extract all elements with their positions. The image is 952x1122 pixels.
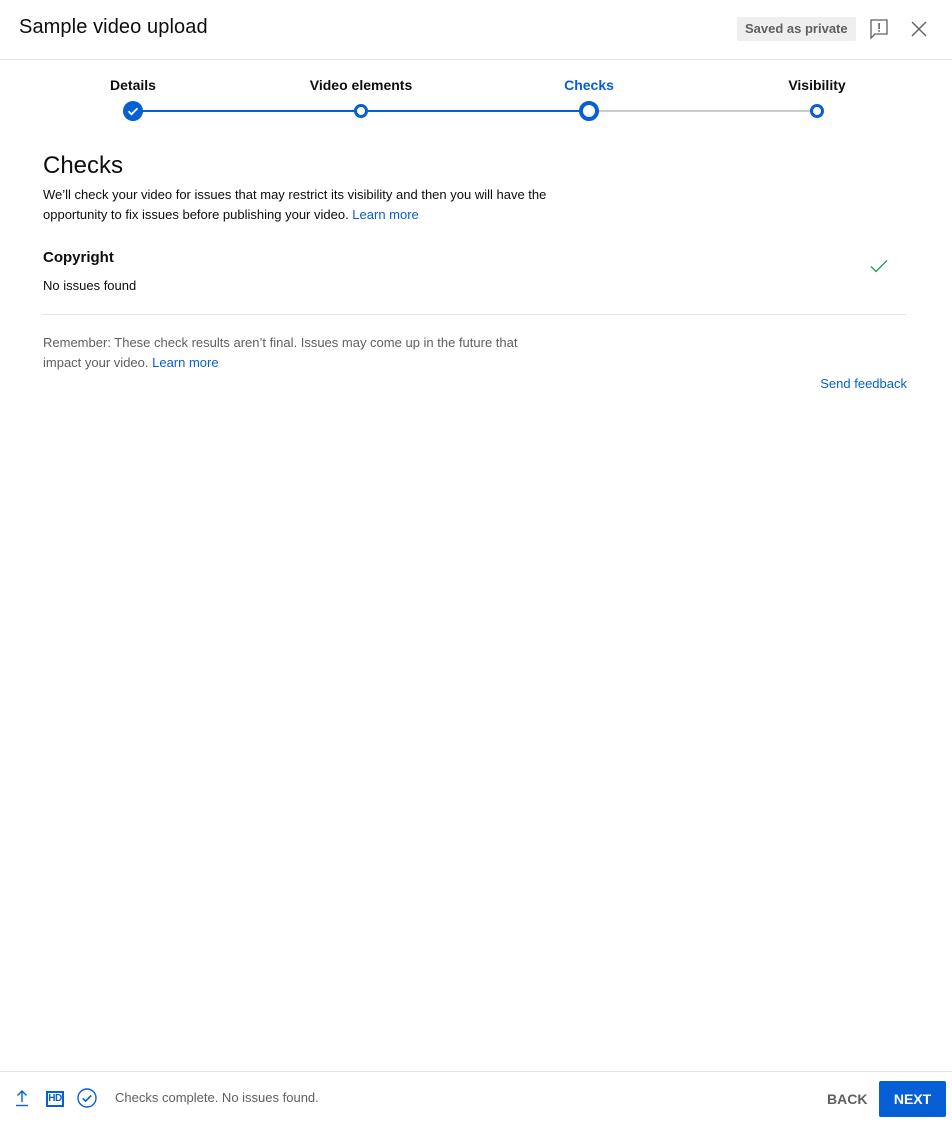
- checks-heading: Checks: [43, 152, 124, 179]
- remember-learn-more-link[interactable]: Learn more: [152, 355, 218, 370]
- next-button[interactable]: NEXT: [879, 1081, 946, 1117]
- back-button[interactable]: BACK: [818, 1081, 876, 1117]
- step-done-icon[interactable]: [123, 101, 143, 121]
- step-dot-icon[interactable]: [354, 104, 368, 118]
- checks-status-text: Checks complete. No issues found.: [115, 1090, 319, 1105]
- remember-text: Remember: These check results aren’t fin…: [43, 335, 518, 370]
- close-icon[interactable]: [907, 17, 931, 41]
- description-text: We’ll check your video for issues that m…: [43, 187, 547, 222]
- learn-more-link[interactable]: Learn more: [352, 207, 418, 222]
- report-feedback-icon[interactable]: [867, 17, 891, 41]
- dialog-title: Sample video upload: [19, 16, 208, 38]
- step-visibility[interactable]: Visibility: [788, 77, 845, 93]
- checks-content: Checks We’ll check your video for issues…: [43, 150, 907, 391]
- copyright-check: Copyright No issues found: [43, 248, 907, 315]
- step-active-icon[interactable]: [579, 101, 599, 121]
- check-icon: [869, 256, 889, 276]
- dialog-footer: HD Checks complete. No issues found. BAC…: [0, 1071, 952, 1122]
- step-checks[interactable]: Checks: [564, 77, 614, 93]
- send-feedback-link[interactable]: Send feedback: [820, 376, 907, 391]
- step-details[interactable]: Details: [110, 77, 156, 93]
- saved-status-badge: Saved as private: [737, 17, 856, 41]
- step-video-elements[interactable]: Video elements: [310, 77, 412, 93]
- copyright-title: Copyright: [43, 249, 114, 266]
- copyright-status: No issues found: [43, 278, 137, 293]
- step-dot-icon[interactable]: [810, 104, 824, 118]
- dialog-header: Sample video upload Saved as private: [0, 0, 952, 60]
- check-circle-icon[interactable]: [77, 1088, 97, 1108]
- checks-description: We’ll check your video for issues that m…: [43, 185, 563, 225]
- step-connector: [589, 110, 817, 112]
- upload-icon[interactable]: [14, 1088, 30, 1108]
- hd-icon[interactable]: HD: [46, 1091, 64, 1107]
- remember-note: Remember: These check results aren’t fin…: [43, 333, 533, 373]
- upload-stepper: Details Video elements Checks Visibility: [0, 60, 952, 130]
